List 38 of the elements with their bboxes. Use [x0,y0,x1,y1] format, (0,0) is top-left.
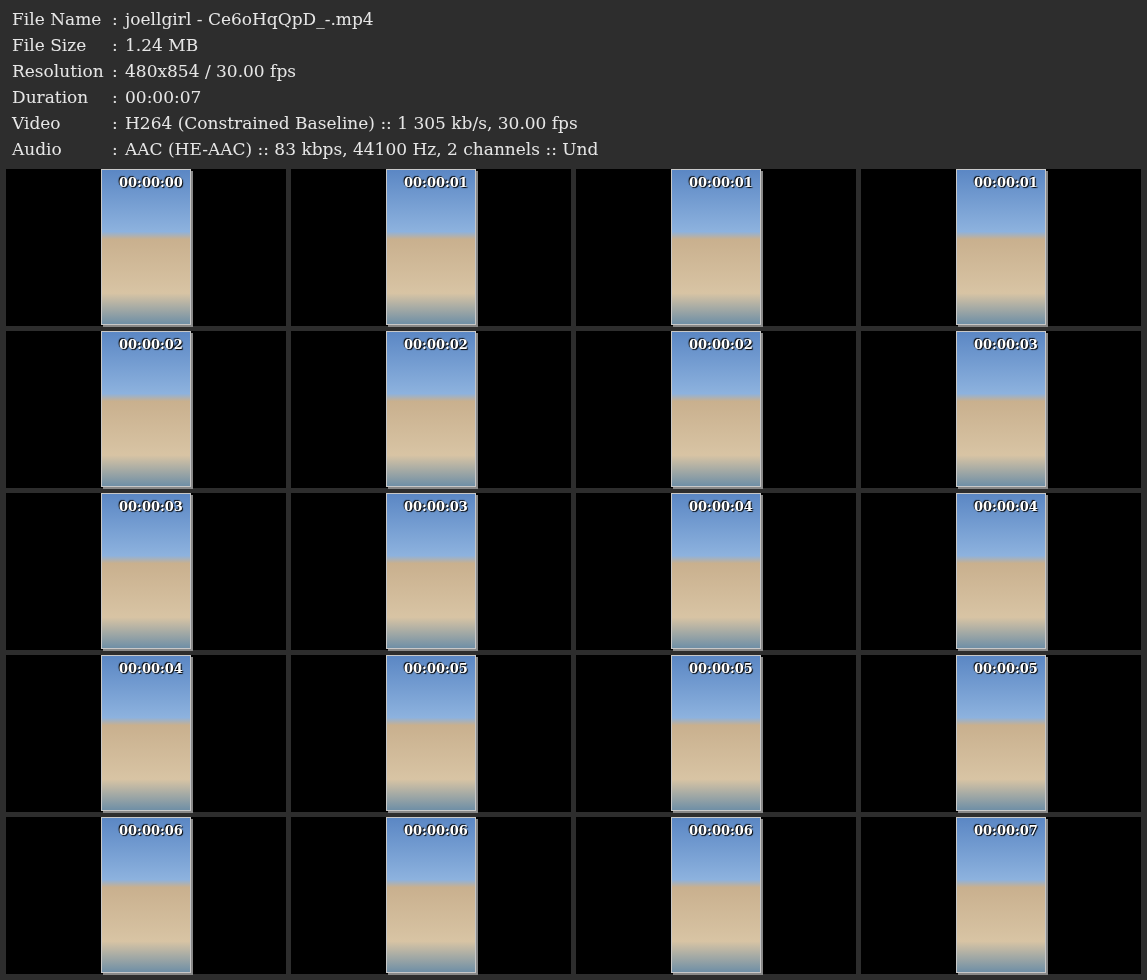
frame-timestamp: 00:00:07 [974,823,1038,838]
info-label: File Size [12,35,88,55]
frame-timestamp: 00:00:04 [689,499,753,514]
frame-timestamp: 00:00:06 [404,823,468,838]
frame-timestamp: 00:00:00 [119,175,183,190]
frame-timestamp: 00:00:01 [689,175,753,190]
info-separator: : [112,9,119,29]
frame-timestamp: 00:00:03 [404,499,468,514]
info-value: 480x854 / 30.00 fps [125,61,296,81]
frame-timestamp: 00:00:06 [119,823,183,838]
info-value: 00:00:07 [125,87,202,107]
frame-timestamp: 00:00:02 [119,337,183,352]
info-separator: : [112,139,119,159]
frame-timestamp: 00:00:04 [974,499,1038,514]
info-value: 1.24 MB [125,35,199,55]
info-label: Resolution [12,61,105,81]
info-value: H264 (Constrained Baseline) :: 1 305 kb/s, 30.00 fps [125,113,578,133]
info-separator: : [112,87,119,107]
info-label: Audio [12,139,63,159]
frame-timestamp: 00:00:02 [404,337,468,352]
info-value: joellgirl - Ce6oHqQpD_-.mp4 [125,9,374,29]
info-separator: : [112,35,119,55]
frame-timestamp: 00:00:05 [404,661,468,676]
frame-timestamp: 00:00:03 [974,337,1038,352]
info-label: Duration [12,87,90,107]
info-label: Video [12,113,62,133]
info-value: AAC (HE-AAC) :: 83 kbps, 44100 Hz, 2 channels :: Und [125,139,599,159]
info-label: File Name [12,9,103,29]
info-separator: : [112,113,119,133]
frame-timestamp: 00:00:01 [404,175,468,190]
frame-timestamp: 00:00:03 [119,499,183,514]
info-separator: : [112,61,119,81]
frame-timestamp: 00:00:04 [119,661,183,676]
frame-timestamp: 00:00:02 [689,337,753,352]
frame-timestamp: 00:00:06 [689,823,753,838]
frame-timestamp: 00:00:01 [974,175,1038,190]
frame-timestamp: 00:00:05 [689,661,753,676]
frame-timestamp: 00:00:05 [974,661,1038,676]
